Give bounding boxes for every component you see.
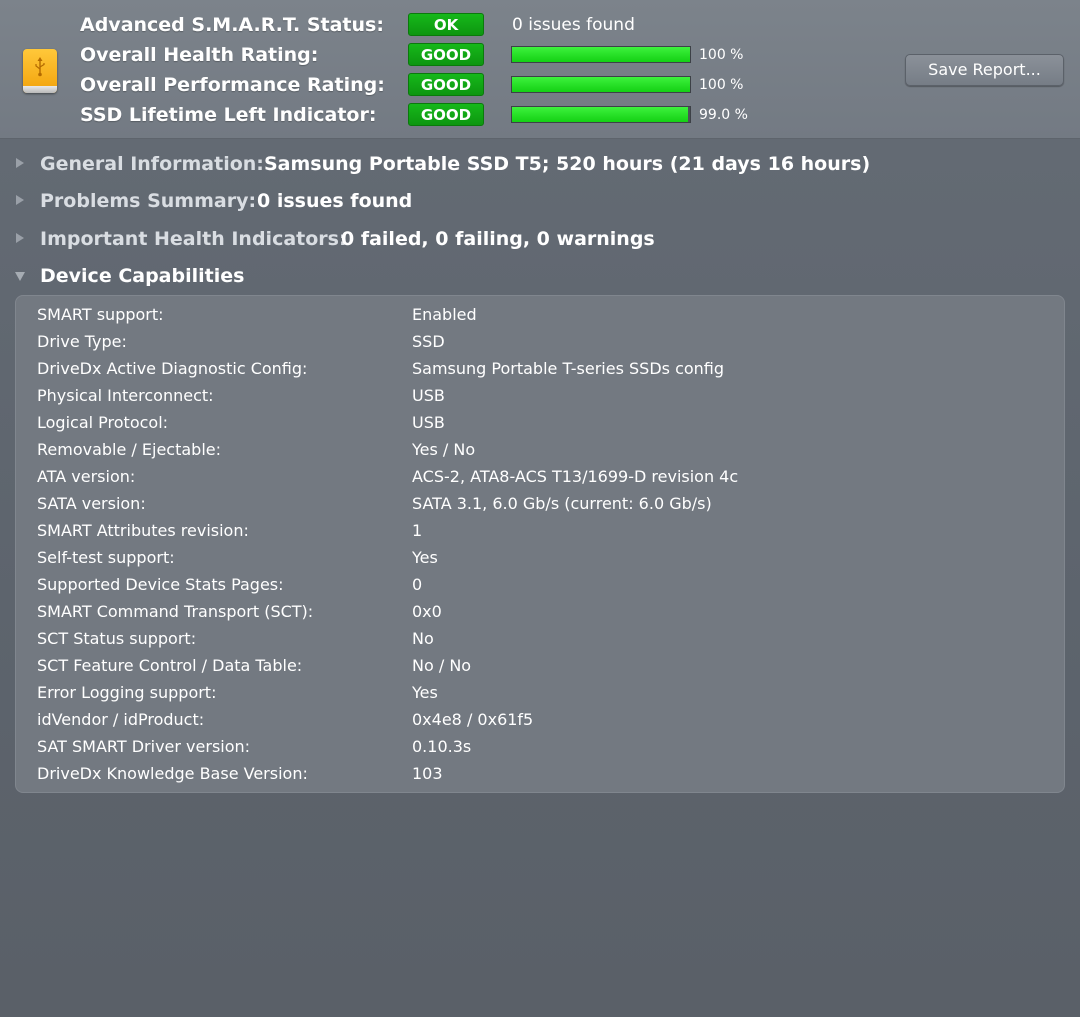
capability-value: No — [412, 629, 434, 648]
capability-row: Error Logging support: Yes — [16, 679, 1064, 706]
capability-label: SATA version: — [37, 494, 146, 513]
status-badge: GOOD — [408, 103, 484, 126]
disclosure-triangle-icon[interactable] — [16, 195, 24, 205]
capability-value: 103 — [412, 764, 443, 783]
status-badge: GOOD — [408, 43, 484, 66]
save-report-button[interactable]: Save Report... — [905, 54, 1064, 86]
disclosure-triangle-icon[interactable] — [16, 233, 24, 243]
disclosure-triangle-icon[interactable] — [16, 158, 24, 168]
capability-value: 0 — [412, 575, 423, 594]
capability-label: DriveDx Knowledge Base Version: — [37, 764, 308, 783]
capability-value: Yes — [412, 683, 438, 702]
progress-bar — [511, 106, 691, 123]
section-important-health-indicators[interactable]: Important Health Indicators: 0 failed, 0… — [0, 222, 1080, 256]
capability-label: SMART Attributes revision: — [37, 521, 249, 540]
capability-value: SATA 3.1, 6.0 Gb/s (current: 6.0 Gb/s) — [412, 494, 712, 513]
capability-label: Supported Device Stats Pages: — [37, 575, 284, 594]
capability-label: SMART support: — [37, 305, 164, 324]
section-label: Problems Summary: — [40, 190, 257, 212]
capability-label: Removable / Ejectable: — [37, 440, 222, 459]
capability-label: Drive Type: — [37, 332, 127, 351]
section-problems-summary[interactable]: Problems Summary: 0 issues found — [0, 184, 1080, 218]
capability-row: ATA version: ACS-2, ATA8-ACS T13/1699-D r… — [16, 463, 1064, 490]
capability-label: Error Logging support: — [37, 683, 217, 702]
capability-row: Physical Interconnect: USB — [16, 382, 1064, 409]
drivedx-window: { "header": { "drive_icon": "usb-externa… — [0, 0, 1080, 1017]
device-capabilities-panel: SMART support: Enabled Drive Type: SSD Drive… — [15, 295, 1065, 793]
status-label: Overall Health Rating: — [80, 44, 319, 66]
section-value: 0 issues found — [257, 190, 413, 212]
section-value: Samsung Portable SSD T5; 520 hours (21 d… — [264, 153, 871, 175]
capability-value: Samsung Portable T-series SSDs config — [412, 359, 725, 378]
capability-value: 1 — [412, 521, 423, 540]
status-row-lifetime: SSD Lifetime Left Indicator: GOOD 99.0 % — [0, 100, 900, 130]
section-device-capabilities[interactable]: Device Capabilities — [0, 259, 1080, 293]
capability-label: ATA version: — [37, 467, 136, 486]
capability-row: SCT Status support: No — [16, 625, 1064, 652]
progress-bar-fill — [512, 77, 690, 92]
capability-row: SCT Feature Control / Data Table: No / No — [16, 652, 1064, 679]
status-label: Overall Performance Rating: — [80, 74, 385, 96]
capability-label: DriveDx Active Diagnostic Config: — [37, 359, 308, 378]
section-label: General Information: — [40, 153, 264, 175]
capability-value: 0x0 — [412, 602, 442, 621]
section-label: Important Health Indicators: — [40, 228, 347, 250]
capability-row: SMART Command Transport (SCT): 0x0 — [16, 598, 1064, 625]
status-label: SSD Lifetime Left Indicator: — [80, 104, 377, 126]
capability-value: USB — [412, 386, 445, 405]
capability-label: Self-test support: — [37, 548, 175, 567]
capability-row: SAT SMART Driver version: 0.10.3s — [16, 733, 1064, 760]
capability-row: Self-test support: Yes — [16, 544, 1064, 571]
capability-value: SSD — [412, 332, 445, 351]
capability-label: Physical Interconnect: — [37, 386, 214, 405]
progress-bar-fill — [512, 47, 690, 62]
capability-value: 0x4e8 / 0x61f5 — [412, 710, 534, 729]
capability-label: SAT SMART Driver version: — [37, 737, 251, 756]
capability-value: Yes / No — [412, 440, 476, 459]
capability-value: No / No — [412, 656, 472, 675]
capability-row: Removable / Ejectable: Yes / No — [16, 436, 1064, 463]
section-label: Device Capabilities — [40, 265, 245, 287]
capability-row: Logical Protocol: USB — [16, 409, 1064, 436]
capability-row: DriveDx Knowledge Base Version: 103 — [16, 760, 1064, 787]
capability-row: SMART Attributes revision: 1 — [16, 517, 1064, 544]
status-header: Advanced S.M.A.R.T. Status: OK 0 issues … — [0, 0, 1080, 139]
capability-label: idVendor / idProduct: — [37, 710, 205, 729]
progress-bar — [511, 76, 691, 93]
capability-value: 0.10.3s — [412, 737, 472, 756]
capability-value: ACS-2, ATA8-ACS T13/1699-D revision 4c — [412, 467, 739, 486]
progress-bar-fill — [512, 107, 689, 122]
status-badge: GOOD — [408, 73, 484, 96]
capability-value: Enabled — [412, 305, 477, 324]
capability-label: SMART Command Transport (SCT): — [37, 602, 314, 621]
capability-row: SMART support: Enabled — [16, 301, 1064, 328]
section-value: 0 failed, 0 failing, 0 warnings — [341, 228, 655, 250]
capability-row: DriveDx Active Diagnostic Config: Samsung… — [16, 355, 1064, 382]
progress-bar — [511, 46, 691, 63]
status-badge: OK — [408, 13, 484, 36]
section-general-information[interactable]: General Information: Samsung Portable SS… — [0, 147, 1080, 181]
capability-label: SCT Status support: — [37, 629, 197, 648]
capability-row: SATA version: SATA 3.1, 6.0 Gb/s (current… — [16, 490, 1064, 517]
status-label: Advanced S.M.A.R.T. Status: — [80, 14, 384, 36]
disclosure-triangle-expanded-icon[interactable] — [15, 272, 25, 281]
status-row-performance: Overall Performance Rating: GOOD 100 % — [0, 70, 900, 100]
progress-value: 100 % — [699, 47, 744, 63]
capability-row: Drive Type: SSD — [16, 328, 1064, 355]
capability-row: Supported Device Stats Pages: 0 — [16, 571, 1064, 598]
status-row-health: Overall Health Rating: GOOD 100 % — [0, 40, 900, 70]
capability-value: Yes — [412, 548, 438, 567]
progress-value: 100 % — [699, 77, 744, 93]
capability-row: idVendor / idProduct: 0x4e8 / 0x61f5 — [16, 706, 1064, 733]
status-row-smart: Advanced S.M.A.R.T. Status: OK 0 issues … — [0, 10, 900, 40]
capability-label: SCT Feature Control / Data Table: — [37, 656, 303, 675]
capability-label: Logical Protocol: — [37, 413, 169, 432]
status-note: 0 issues found — [512, 15, 635, 35]
progress-value: 99.0 % — [699, 107, 748, 123]
capability-value: USB — [412, 413, 445, 432]
